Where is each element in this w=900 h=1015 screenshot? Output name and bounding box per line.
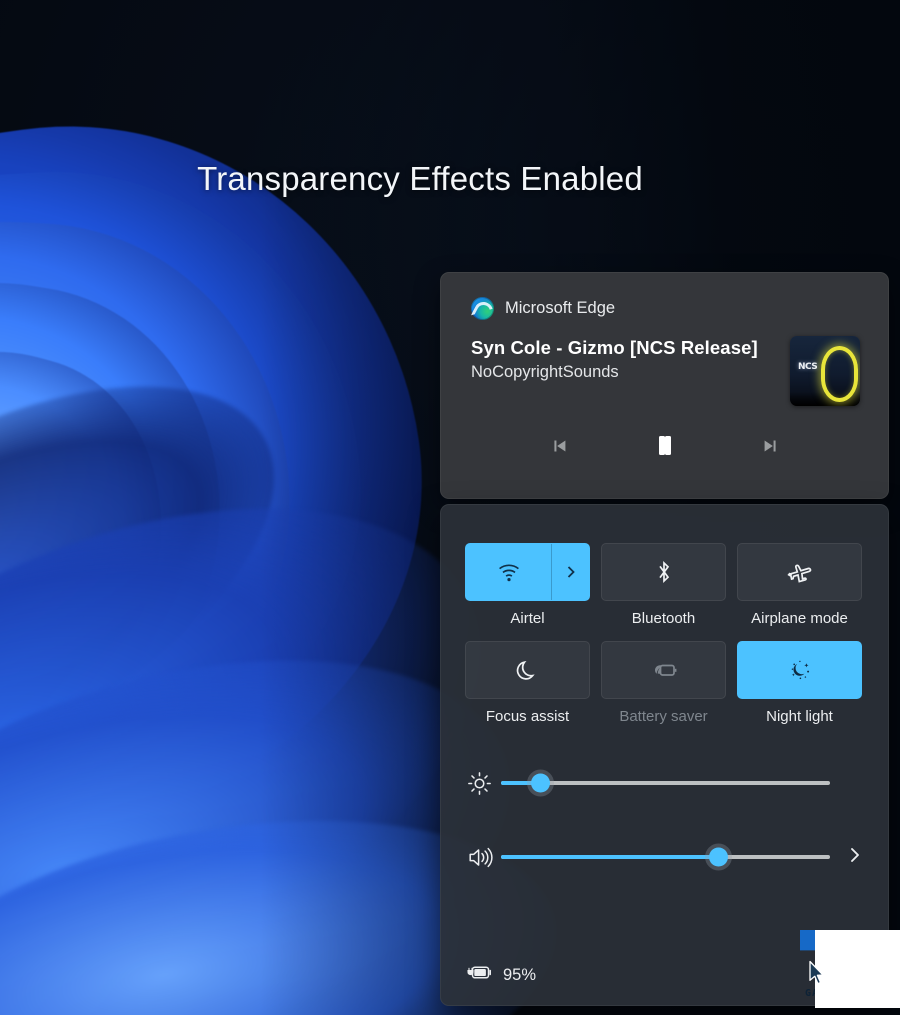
battery-status: 95%	[467, 964, 536, 986]
tile-cell-airplane-mode: Airplane mode	[737, 543, 862, 627]
quick-tile-label-night-light: Night light	[766, 708, 833, 725]
track-title: Syn Cole - Gizmo [NCS Release]	[471, 337, 758, 358]
volume-slider-track[interactable]	[501, 847, 830, 867]
media-app-header: Microsoft Edge	[441, 273, 888, 320]
album-art-logo-text: NCS	[798, 362, 818, 372]
quick-tile-label-airplane-mode: Airplane mode	[751, 610, 848, 627]
edge-icon	[471, 297, 494, 320]
chevron-right-icon	[564, 564, 578, 580]
battery-charging-icon	[467, 964, 494, 986]
brightness-slider-track[interactable]	[501, 773, 830, 793]
quick-tile-bluetooth[interactable]	[601, 543, 726, 601]
night-light-icon	[786, 656, 814, 684]
moon-icon	[515, 656, 541, 684]
tile-cell-focus-assist: Focus assist	[465, 641, 590, 725]
media-transport-controls	[441, 430, 888, 464]
quick-tile-focus-assist[interactable]	[465, 641, 590, 699]
quick-tile-airplane-mode[interactable]	[737, 543, 862, 601]
media-track-info: Syn Cole - Gizmo [NCS Release] NoCopyrig…	[441, 320, 888, 406]
skip-previous-icon	[548, 435, 570, 460]
volume-expand-button[interactable]	[830, 845, 864, 870]
track-artist: NoCopyrightSounds	[471, 362, 619, 381]
quick-tile-label-focus-assist: Focus assist	[485, 708, 570, 725]
desktop-screen: Transparency Effects Enabled Microsoft E…	[0, 0, 900, 1015]
tile-cell-night-light: Night light	[737, 641, 862, 725]
bluetooth-icon	[652, 559, 676, 585]
tile-cell-wifi: Airtel	[465, 543, 590, 627]
quick-settings-tile-grid: Airtel Bluetooth Airplane mode Focus ass…	[441, 505, 888, 739]
volume-icon	[467, 845, 501, 870]
volume-slider-row	[441, 835, 888, 879]
volume-slider-thumb[interactable]	[708, 847, 728, 867]
tile-cell-bluetooth: Bluetooth	[601, 543, 726, 627]
quick-tile-label-wifi: Airtel	[510, 610, 545, 627]
arrow-cursor-icon	[809, 960, 824, 985]
previous-track-button[interactable]	[539, 430, 579, 464]
wifi-expand-button[interactable]	[551, 544, 589, 600]
brightness-slider-row	[441, 761, 888, 805]
page-title: Transparency Effects Enabled	[197, 160, 643, 197]
quick-tile-wifi[interactable]	[465, 543, 590, 601]
battery-percent-label: 95%	[503, 965, 537, 984]
brightness-icon	[467, 771, 501, 796]
pause-button[interactable]	[645, 430, 685, 464]
tile-cell-battery-saver: Battery saver	[601, 641, 726, 725]
skip-next-icon	[760, 435, 782, 460]
battery-leaf-icon	[649, 659, 679, 681]
next-track-button[interactable]	[751, 430, 791, 464]
quick-tile-label-bluetooth: Bluetooth	[631, 610, 696, 627]
media-app-name: Microsoft Edge	[505, 299, 616, 317]
album-art-thumbnail: NCS	[790, 336, 860, 406]
chevron-right-icon	[846, 845, 864, 870]
quick-tile-battery-saver[interactable]	[601, 641, 726, 699]
brightness-slider-thumb[interactable]	[530, 773, 550, 793]
wifi-icon	[466, 544, 551, 600]
media-playback-panel: Microsoft Edge Syn Cole - Gizmo [NCS Rel…	[440, 272, 889, 499]
quick-tile-label-battery-saver: Battery saver	[619, 708, 708, 725]
quick-tile-night-light[interactable]	[737, 641, 862, 699]
pause-icon	[658, 436, 671, 458]
airplane-icon	[786, 559, 814, 585]
corner-overlay: GAO	[795, 925, 900, 1015]
